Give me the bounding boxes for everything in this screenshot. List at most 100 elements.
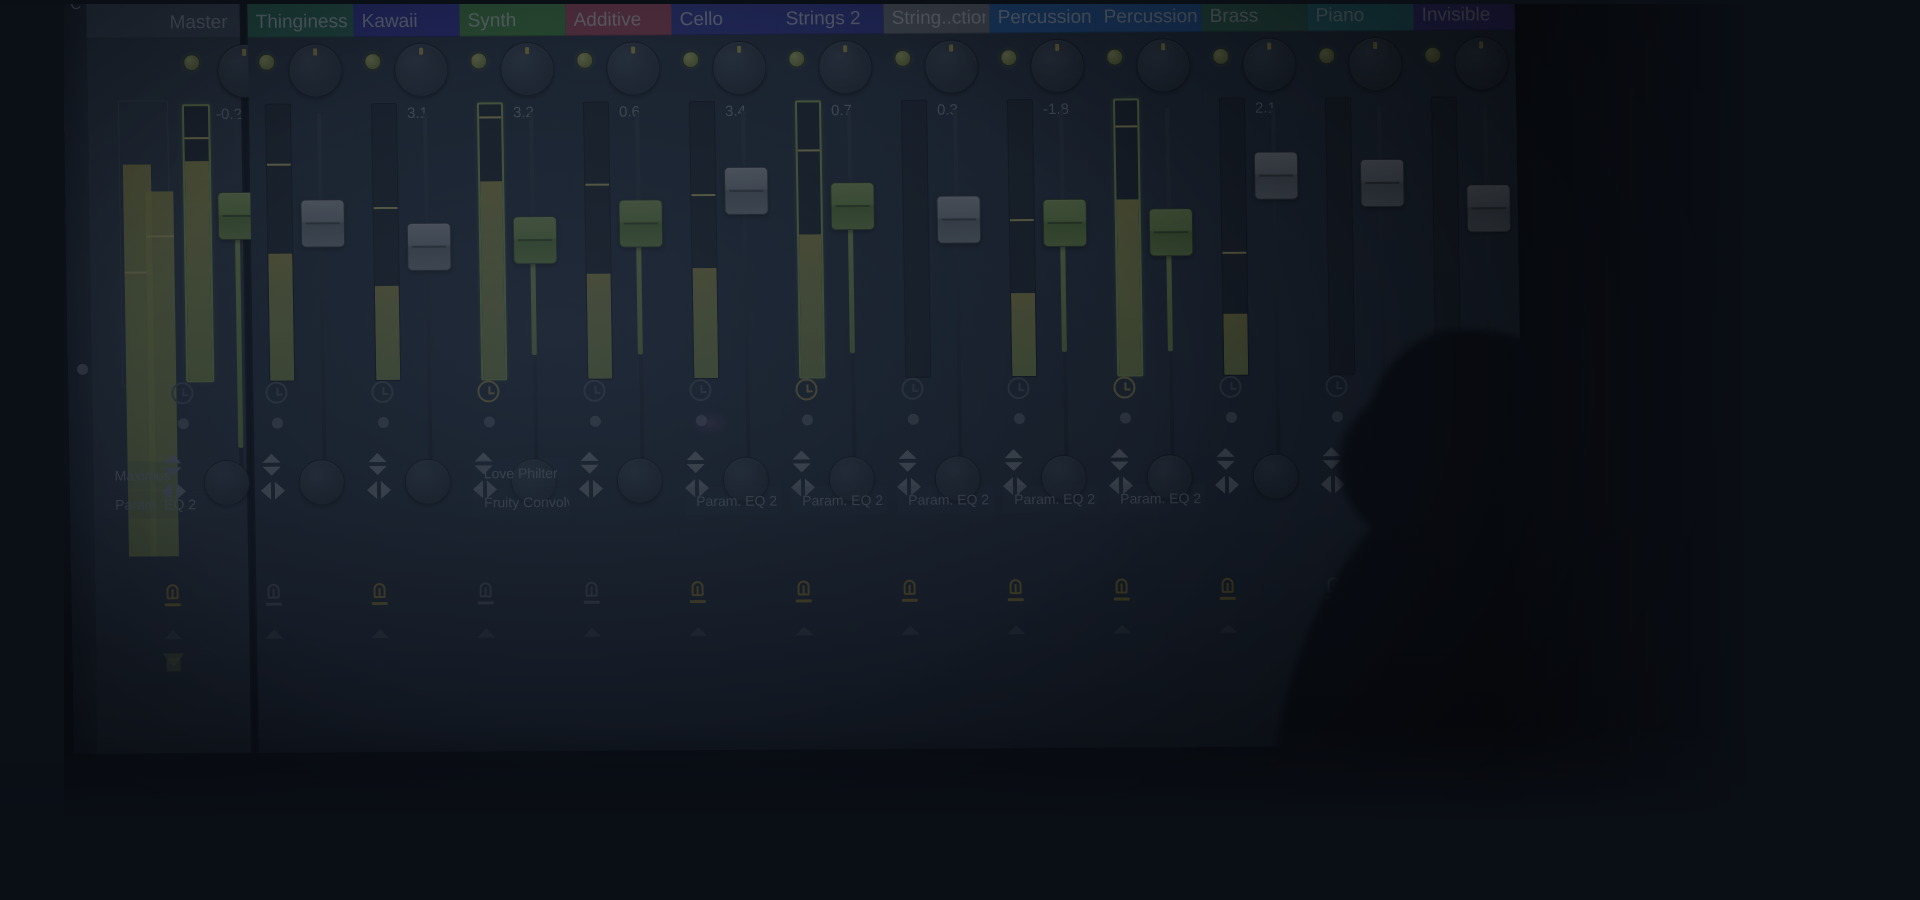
record-dot[interactable] bbox=[377, 416, 390, 429]
plugin-slot[interactable] bbox=[1215, 454, 1311, 483]
channel-meter[interactable] bbox=[476, 102, 508, 381]
send-enable-icon[interactable] bbox=[582, 578, 600, 608]
plugin-slot[interactable] bbox=[1109, 455, 1205, 484]
stereo-separation-knob[interactable] bbox=[817, 40, 873, 95]
route-to-master-arrow-icon[interactable] bbox=[162, 653, 185, 667]
mixer-strip-kawaii[interactable]: 2 Kawaii 3.1 bbox=[353, 0, 472, 753]
strip-header[interactable]: 1 Thinginess bbox=[247, 0, 354, 38]
stereo-separation-knob[interactable] bbox=[923, 39, 979, 94]
send-enable-icon[interactable] bbox=[264, 580, 282, 610]
route-up-arrow-icon[interactable] bbox=[477, 628, 496, 638]
plugin-slot[interactable] bbox=[1003, 456, 1099, 485]
send-enable-icon[interactable] bbox=[1218, 574, 1236, 604]
route-up-arrow-icon[interactable] bbox=[583, 627, 602, 637]
volume-fader[interactable] bbox=[618, 199, 664, 248]
record-dot[interactable] bbox=[589, 415, 602, 427]
mute-led[interactable] bbox=[364, 53, 382, 71]
route-up-arrow-icon[interactable] bbox=[1007, 625, 1026, 635]
plugin-slot[interactable]: Fruity Convolver bbox=[472, 487, 570, 517]
fader-track[interactable] bbox=[423, 112, 433, 469]
route-up-arrow-icon[interactable] bbox=[689, 627, 708, 637]
mixer-strip-percussion[interactable]: 8 Percussion -1.8 Param. EQ 2 bbox=[989, 0, 1108, 749]
send-enable-icon[interactable] bbox=[688, 577, 706, 607]
strip-header-master[interactable]: M Master bbox=[86, 0, 240, 39]
record-dot[interactable] bbox=[801, 414, 814, 426]
latency-clock-icon[interactable] bbox=[583, 379, 606, 402]
plugin-slot[interactable]: Param. EQ 2 bbox=[684, 486, 782, 516]
channel-meter[interactable] bbox=[1430, 96, 1462, 375]
plugin-slot[interactable] bbox=[1321, 454, 1417, 483]
strip-header[interactable]: 10 Brass bbox=[1201, 0, 1308, 33]
plugin-slot[interactable]: Param. EQ 2 bbox=[790, 485, 888, 515]
volume-fader[interactable] bbox=[830, 182, 875, 231]
plugin-slot[interactable] bbox=[579, 458, 675, 487]
latency-clock-icon[interactable] bbox=[477, 380, 500, 403]
record-dot[interactable] bbox=[1225, 411, 1238, 423]
strip-header[interactable]: 3 Synth bbox=[459, 0, 566, 37]
plugin-slot[interactable]: Param. EQ 2 bbox=[896, 485, 994, 514]
volume-fader[interactable] bbox=[1148, 208, 1194, 257]
fader-track[interactable] bbox=[1483, 106, 1493, 463]
channel-meter[interactable] bbox=[370, 102, 402, 382]
mixer-strip-piano[interactable]: 11 Piano bbox=[1307, 0, 1426, 747]
record-dot[interactable] bbox=[1013, 413, 1026, 425]
fader-track[interactable] bbox=[317, 113, 327, 470]
mute-led[interactable] bbox=[1212, 47, 1230, 65]
strip-header[interactable]: 8 Percussion bbox=[989, 0, 1096, 34]
mute-led[interactable] bbox=[183, 54, 201, 72]
send-enable-icon[interactable] bbox=[163, 580, 181, 610]
mute-led[interactable] bbox=[1106, 48, 1124, 66]
gutter-dot[interactable] bbox=[76, 363, 89, 375]
plugin-slot[interactable]: Maximus bbox=[103, 460, 241, 490]
route-up-arrow-icon[interactable] bbox=[1113, 624, 1132, 634]
fader-track[interactable] bbox=[741, 110, 751, 467]
plugin-slot[interactable]: Param. EQ 2 bbox=[1002, 484, 1100, 514]
mute-led[interactable] bbox=[1424, 46, 1442, 64]
record-dot[interactable] bbox=[1119, 412, 1132, 424]
record-dot[interactable] bbox=[1331, 411, 1344, 423]
mute-led[interactable] bbox=[1318, 47, 1336, 65]
volume-fader[interactable] bbox=[1359, 158, 1405, 208]
fader-track[interactable] bbox=[953, 109, 963, 466]
mixer-strip-master[interactable]: M Master -0.2 bbox=[86, 0, 272, 754]
plugin-slot[interactable]: Love Philter bbox=[472, 458, 569, 488]
plugin-slot[interactable] bbox=[261, 489, 357, 518]
record-dot[interactable] bbox=[1437, 410, 1450, 422]
plugin-slot[interactable] bbox=[791, 457, 887, 486]
plugin-slot[interactable] bbox=[1215, 483, 1311, 512]
strip-header[interactable]: 6 Strings 2 bbox=[777, 0, 884, 35]
mixer-strip-thinginess[interactable]: 1 Thinginess bbox=[247, 0, 366, 753]
master-record-dot[interactable] bbox=[177, 418, 190, 430]
plugin-slot[interactable] bbox=[367, 489, 463, 518]
stereo-separation-knob[interactable] bbox=[499, 41, 555, 97]
channel-meter[interactable] bbox=[264, 103, 296, 382]
volume-fader[interactable] bbox=[1042, 198, 1088, 247]
record-dot[interactable] bbox=[695, 415, 708, 427]
strip-header[interactable]: 5 Cello bbox=[671, 0, 778, 36]
channel-meter[interactable] bbox=[1006, 99, 1038, 378]
plugin-slot[interactable] bbox=[579, 487, 675, 516]
route-up-arrow-icon[interactable] bbox=[1325, 623, 1344, 633]
master-latency-clock-icon[interactable] bbox=[171, 382, 194, 405]
mute-led[interactable] bbox=[894, 49, 912, 67]
stereo-separation-knob[interactable] bbox=[1347, 36, 1403, 92]
record-dot[interactable] bbox=[271, 417, 284, 429]
volume-fader[interactable] bbox=[406, 222, 452, 271]
plugin-slot[interactable] bbox=[897, 456, 993, 485]
latency-clock-icon[interactable] bbox=[1219, 375, 1242, 398]
stereo-separation-knob[interactable] bbox=[711, 40, 767, 96]
stereo-separation-knob[interactable] bbox=[287, 43, 343, 98]
master-meter[interactable] bbox=[181, 104, 215, 383]
strip-header[interactable]: 11 Piano bbox=[1307, 0, 1414, 32]
latency-clock-icon[interactable] bbox=[1113, 376, 1136, 399]
mixer-strip-synth[interactable]: 3 Synth 3.2 Love Philter Fruity Convolve… bbox=[459, 0, 578, 752]
mute-led[interactable] bbox=[576, 51, 594, 69]
send-enable-icon[interactable] bbox=[1324, 573, 1342, 603]
channel-meter[interactable] bbox=[688, 101, 720, 380]
send-enable-icon[interactable] bbox=[900, 576, 918, 606]
latency-clock-icon[interactable] bbox=[265, 381, 288, 404]
mute-led[interactable] bbox=[1000, 49, 1018, 67]
strip-header[interactable]: 2 Kawaii bbox=[353, 0, 460, 38]
mute-led[interactable] bbox=[788, 50, 806, 68]
mixer-strip-percussion-2[interactable]: 9 Percussion 2 Param. EQ 2 bbox=[1095, 0, 1214, 748]
